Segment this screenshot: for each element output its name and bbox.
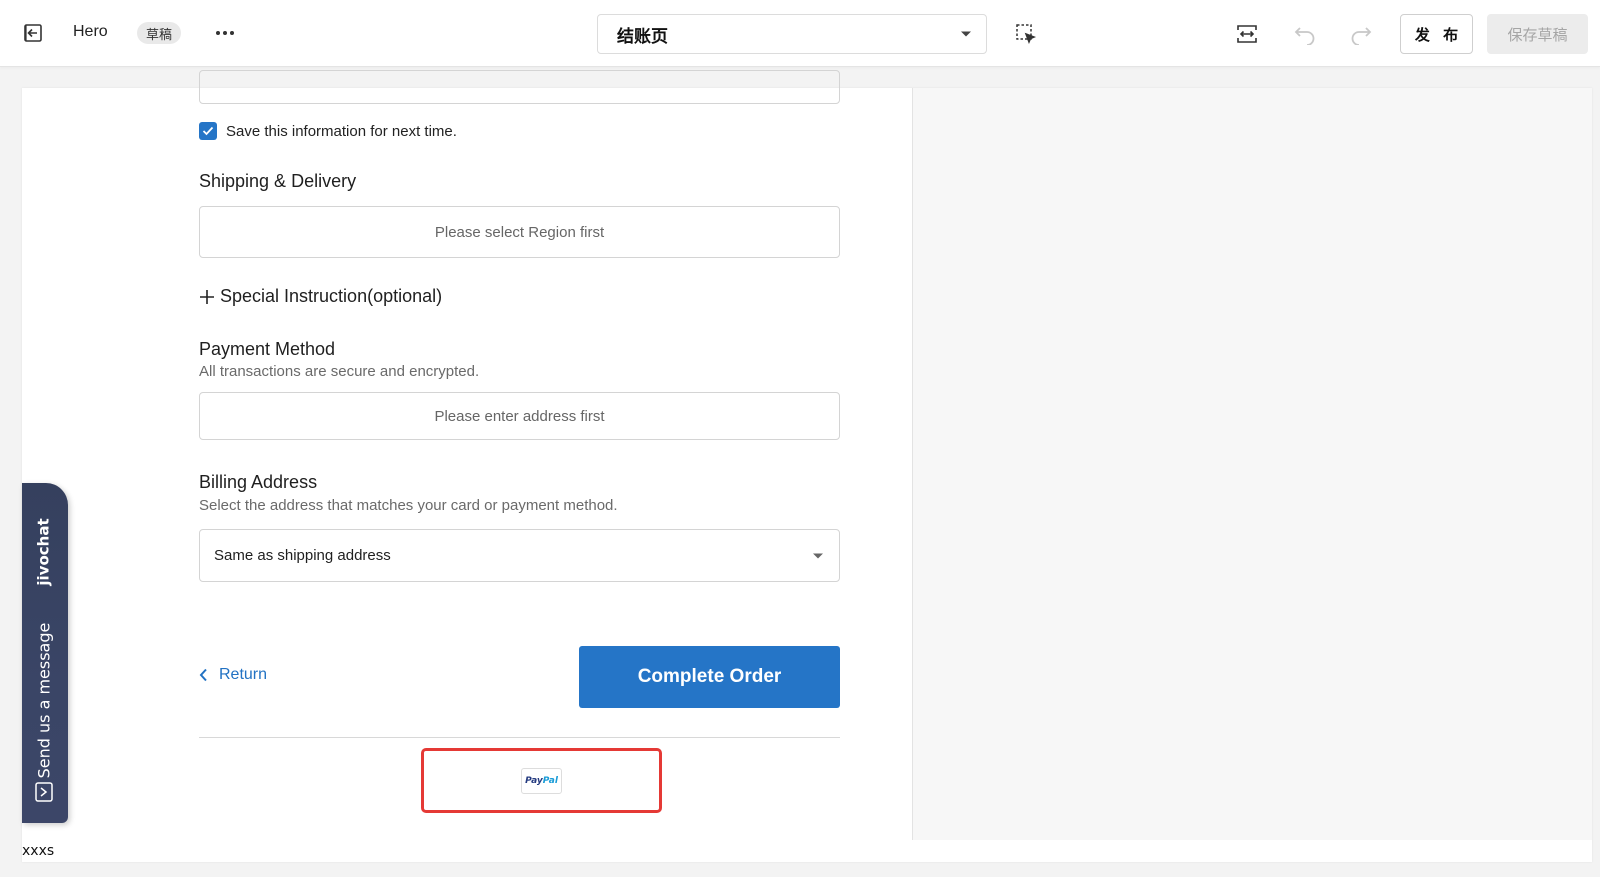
page-select[interactable]: 结账页 <box>597 14 987 54</box>
chat-message-label-wrap: Send us a message <box>33 622 55 778</box>
chat-brand-label: jivochat <box>35 518 54 586</box>
chevron-left-icon <box>199 668 208 682</box>
canvas-footer: xxxs <box>22 840 1592 862</box>
return-label: Return <box>219 666 268 683</box>
save-info-row[interactable]: Save this information for next time. <box>199 122 457 140</box>
paypal-logo[interactable]: Pay Pal <box>521 767 562 794</box>
checkout-form-pane: Save this information for next time. Shi… <box>22 70 912 840</box>
chevron-down-icon <box>960 25 972 43</box>
payment-method-box: Please enter address first <box>199 392 840 440</box>
return-link[interactable]: Return <box>199 666 267 684</box>
chat-brand: jivochat <box>33 518 55 585</box>
chevron-down-icon <box>812 547 824 564</box>
billing-title: Billing Address <box>199 472 318 492</box>
page-select-value: 结账页 <box>617 26 668 47</box>
save-info-checkbox[interactable] <box>199 122 217 140</box>
billing-address-select[interactable]: Same as shipping address <box>199 529 840 582</box>
order-summary-pane <box>912 88 1592 840</box>
complete-order-button[interactable]: Complete Order <box>579 646 840 708</box>
billing-subtitle: Select the address that matches your car… <box>199 497 618 514</box>
plus-icon <box>199 289 215 305</box>
chat-message-label: Send us a message <box>34 622 54 778</box>
paypal-logo-part2: Pal <box>542 775 558 786</box>
redo-icon[interactable] <box>1347 20 1375 48</box>
footer-label: xxxs <box>22 843 55 859</box>
exit-icon[interactable] <box>20 20 46 46</box>
shipping-method-box: Please select Region first <box>199 206 840 258</box>
select-element-icon[interactable] <box>1013 21 1039 47</box>
divider <box>199 737 840 738</box>
status-badge: 草稿 <box>137 22 182 44</box>
undo-icon[interactable] <box>1291 20 1319 48</box>
payment-title: Payment Method <box>199 339 336 359</box>
save-info-label: Save this information for next time. <box>226 122 457 140</box>
chat-send-icon <box>34 781 54 803</box>
editor-toolbar: Hero 草稿 结账页 发 布 保存草稿 <box>0 0 1600 67</box>
paypal-logo-part1: Pay <box>525 775 543 786</box>
chat-widget-tab[interactable]: jivochat Send us a message <box>22 483 68 823</box>
shipping-title: Shipping & Delivery <box>199 171 357 191</box>
check-icon <box>202 126 214 136</box>
special-instruction-label: Special Instruction(optional) <box>220 286 443 306</box>
save-draft-button[interactable]: 保存草稿 <box>1487 14 1588 54</box>
publish-button[interactable]: 发 布 <box>1400 14 1473 54</box>
editor-canvas: Save this information for next time. Shi… <box>22 70 1592 862</box>
app-name: Hero <box>73 23 108 40</box>
payment-subtitle: All transactions are secure and encrypte… <box>199 363 480 380</box>
previous-input-field[interactable] <box>199 70 840 104</box>
paypal-button-slot[interactable]: Pay Pal <box>421 748 662 813</box>
billing-address-value: Same as shipping address <box>214 547 391 564</box>
more-icon[interactable] <box>210 20 240 46</box>
viewport-icon[interactable] <box>1233 20 1261 48</box>
special-instruction-toggle[interactable]: Special Instruction(optional) <box>199 286 442 307</box>
